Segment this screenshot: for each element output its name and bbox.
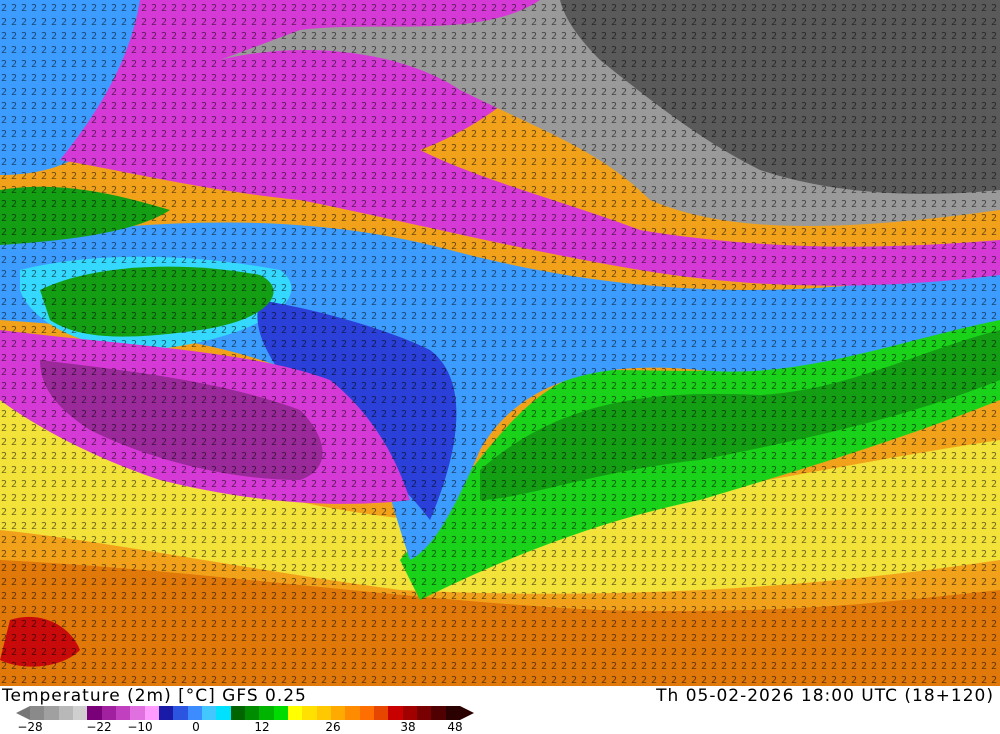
colorbar-swatch: [273, 706, 288, 720]
colorbar-swatch: [158, 706, 174, 720]
colorbar-swatch: [330, 706, 346, 720]
colorbar-swatch: [259, 706, 274, 720]
colorbar-tick: 12: [254, 720, 270, 734]
map-title: Temperature (2m) [°C] GFS 0.25: [2, 686, 307, 706]
colorbar-tick: −10: [127, 720, 153, 734]
colorbar-swatch: [216, 706, 231, 720]
colorbar-arrow-left: [16, 706, 30, 720]
colorbar-swatch: [388, 706, 403, 720]
colorbar-swatch: [402, 706, 417, 720]
colorbar: [30, 706, 460, 720]
colorbar-tick: 48: [447, 720, 463, 734]
colorbar-swatch: [87, 706, 102, 720]
map-footer: Temperature (2m) [°C] GFS 0.25 Th 05-02-…: [0, 686, 1000, 734]
colorbar-swatch: [187, 706, 202, 720]
colorbar-swatch: [445, 706, 460, 720]
colorbar-swatch: [244, 706, 260, 720]
temperature-map: 2: [0, 0, 1000, 686]
colorbar-swatch: [144, 706, 159, 720]
colorbar-swatch: [359, 706, 374, 720]
colorbar-swatch: [173, 706, 188, 720]
colorbar-tick: 26: [325, 720, 341, 734]
colorbar-tick: −22: [86, 720, 112, 734]
colorbar-swatch: [230, 706, 245, 720]
colorbar-swatch: [316, 706, 331, 720]
value-labels-overlay: [0, 0, 1000, 686]
colorbar-swatch: [345, 706, 360, 720]
colorbar-swatch: [44, 706, 59, 720]
colorbar-swatch: [416, 706, 432, 720]
colorbar-swatch: [30, 706, 45, 720]
map-datetime: Th 05-02-2026 18:00 UTC (18+120): [656, 686, 994, 706]
colorbar-swatch: [101, 706, 116, 720]
colorbar-tick: 38: [400, 720, 416, 734]
colorbar-swatch: [431, 706, 446, 720]
colorbar-arrow-right: [460, 706, 474, 720]
colorbar-swatch: [287, 706, 303, 720]
colorbar-swatch: [115, 706, 131, 720]
colorbar-swatch: [201, 706, 217, 720]
colorbar-swatch: [302, 706, 317, 720]
colorbar-swatch: [72, 706, 88, 720]
colorbar-tick: 0: [192, 720, 200, 734]
colorbar-swatch: [58, 706, 73, 720]
colorbar-tick: −28: [17, 720, 43, 734]
colorbar-swatch: [130, 706, 145, 720]
colorbar-swatch: [373, 706, 389, 720]
